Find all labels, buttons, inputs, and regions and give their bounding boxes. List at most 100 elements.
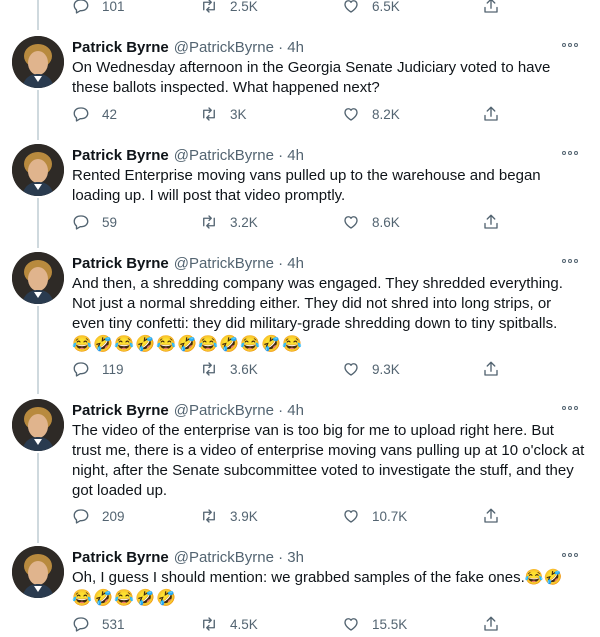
retweet-count: 2.5K bbox=[230, 0, 258, 14]
more-options-icon[interactable] bbox=[560, 550, 580, 560]
like-button[interactable]: 15.5K bbox=[342, 612, 407, 636]
tweet-actions: 42 3K 8.2K bbox=[72, 102, 600, 126]
profile-photo bbox=[12, 546, 64, 598]
avatar[interactable] bbox=[12, 546, 64, 598]
like-button[interactable]: 9.3K bbox=[342, 357, 400, 381]
laughing-emoji: 😂 bbox=[282, 336, 302, 353]
author-name[interactable]: Patrick Byrne bbox=[72, 402, 169, 419]
heart-icon bbox=[344, 618, 358, 631]
reply-button[interactable]: 101 bbox=[72, 0, 125, 18]
tweet-actions: 531 4.5K 15.5K bbox=[72, 612, 600, 636]
retweet-count: 3.6K bbox=[230, 361, 258, 377]
author-handle[interactable]: @PatrickByrne · 4h bbox=[174, 255, 304, 272]
share-icon bbox=[484, 508, 498, 523]
tweet-header: Patrick Byrne @PatrickByrne · 3h bbox=[72, 546, 586, 568]
like-button[interactable]: 6.5K bbox=[342, 0, 400, 18]
laughing-emoji: 😂 bbox=[114, 336, 134, 353]
reply-count: 59 bbox=[102, 214, 118, 230]
share-button[interactable] bbox=[482, 357, 500, 381]
retweet-button[interactable]: 4.5K bbox=[200, 612, 258, 636]
author-name[interactable]: Patrick Byrne bbox=[72, 39, 169, 56]
more-options-icon[interactable] bbox=[560, 148, 580, 158]
share-icon bbox=[484, 106, 498, 121]
laughing-emoji: 😂 bbox=[240, 336, 260, 353]
retweet-button[interactable]: 3.6K bbox=[200, 357, 258, 381]
rofl-emoji: 🤣 bbox=[177, 336, 197, 353]
author-name[interactable]: Patrick Byrne bbox=[72, 549, 169, 566]
retweet-count: 3.9K bbox=[230, 508, 258, 524]
share-button[interactable] bbox=[482, 0, 500, 18]
heart-icon bbox=[344, 363, 358, 376]
like-button[interactable]: 8.6K bbox=[342, 210, 400, 234]
reply-button[interactable]: 119 bbox=[72, 357, 124, 381]
rofl-emoji: 🤣 bbox=[261, 336, 281, 353]
like-count: 9.3K bbox=[372, 361, 400, 377]
reply-button[interactable]: 59 bbox=[72, 210, 117, 234]
profile-photo bbox=[12, 252, 64, 304]
share-button[interactable] bbox=[482, 504, 500, 528]
retweet-icon bbox=[203, 509, 215, 523]
tweet-actions: 59 3.2K 8.6K bbox=[72, 210, 600, 234]
retweet-button[interactable]: 2.5K bbox=[200, 0, 258, 18]
laughing-emoji: 😂 bbox=[156, 336, 176, 353]
share-icon bbox=[484, 361, 498, 376]
thread-line bbox=[37, 0, 39, 30]
reply-icon bbox=[73, 215, 89, 230]
retweet-icon bbox=[203, 0, 215, 13]
like-count: 6.5K bbox=[372, 0, 400, 14]
more-options-icon[interactable] bbox=[560, 40, 580, 50]
reply-button[interactable]: 42 bbox=[72, 102, 117, 126]
author-handle[interactable]: @PatrickByrne · 4h bbox=[174, 402, 304, 419]
share-button[interactable] bbox=[482, 102, 500, 126]
tweet-header: Patrick Byrne @PatrickByrne · 4h bbox=[72, 36, 586, 58]
rofl-emoji: 🤣 bbox=[135, 336, 155, 353]
avatar[interactable] bbox=[12, 144, 64, 196]
more-options-icon[interactable] bbox=[560, 403, 580, 413]
avatar[interactable] bbox=[12, 252, 64, 304]
share-icon bbox=[484, 0, 498, 13]
share-icon bbox=[484, 214, 498, 229]
reply-button[interactable]: 531 bbox=[72, 612, 125, 636]
tweet-actions: 119 3.6K 9.3K bbox=[72, 357, 600, 381]
retweet-button[interactable]: 3.2K bbox=[200, 210, 258, 234]
like-button[interactable]: 10.7K bbox=[342, 504, 407, 528]
rofl-emoji: 🤣 bbox=[93, 590, 113, 607]
retweet-button[interactable]: 3K bbox=[200, 102, 247, 126]
laughing-emoji: 😂 bbox=[72, 590, 92, 607]
reply-icon bbox=[73, 0, 89, 14]
rofl-emoji: 🤣 bbox=[135, 590, 155, 607]
thread-line bbox=[37, 306, 39, 394]
reply-icon bbox=[73, 362, 89, 377]
heart-icon bbox=[344, 510, 358, 523]
like-count: 10.7K bbox=[372, 508, 408, 524]
tweet-text: And then, a shredding company was engage… bbox=[72, 275, 568, 332]
author-handle[interactable]: @PatrickByrne · 4h bbox=[174, 39, 304, 56]
avatar[interactable] bbox=[12, 36, 64, 88]
heart-icon bbox=[344, 108, 358, 121]
retweet-icon bbox=[203, 107, 215, 121]
retweet-button[interactable]: 3.9K bbox=[200, 504, 258, 528]
like-count: 15.5K bbox=[372, 616, 408, 632]
share-button[interactable] bbox=[482, 612, 500, 636]
rofl-emoji: 🤣 bbox=[156, 590, 176, 607]
inline-emojis: 😂🤣 bbox=[524, 569, 563, 586]
profile-photo bbox=[12, 36, 64, 88]
more-options-icon[interactable] bbox=[560, 256, 580, 266]
author-name[interactable]: Patrick Byrne bbox=[72, 147, 169, 164]
thread-line bbox=[37, 198, 39, 248]
profile-photo bbox=[12, 144, 64, 196]
reply-button[interactable]: 209 bbox=[72, 504, 125, 528]
retweet-icon bbox=[203, 617, 215, 631]
author-handle[interactable]: @PatrickByrne · 3h bbox=[174, 549, 304, 566]
avatar[interactable] bbox=[12, 399, 64, 451]
tweet-header: Patrick Byrne @PatrickByrne · 4h bbox=[72, 144, 586, 166]
heart-icon bbox=[344, 216, 358, 229]
author-handle[interactable]: @PatrickByrne · 4h bbox=[174, 147, 304, 164]
tweet-actions: 209 3.9K 10.7K bbox=[72, 504, 600, 528]
tweet-header: Patrick Byrne @PatrickByrne · 4h bbox=[72, 399, 586, 421]
share-button[interactable] bbox=[482, 210, 500, 234]
laughing-emoji: 😂 bbox=[114, 590, 134, 607]
emoji-row: 😂 🤣 😂 🤣 😂 🤣 😂 🤣 😂 🤣 😂 bbox=[72, 335, 586, 355]
author-name[interactable]: Patrick Byrne bbox=[72, 255, 169, 272]
like-button[interactable]: 8.2K bbox=[342, 102, 400, 126]
